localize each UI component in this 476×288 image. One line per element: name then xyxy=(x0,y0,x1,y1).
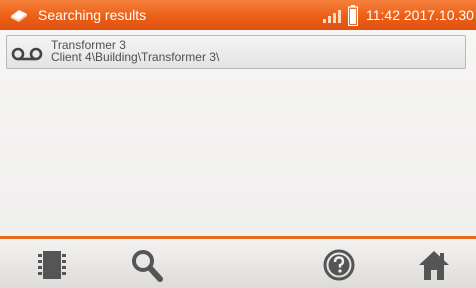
memory-icon xyxy=(38,251,66,279)
battery-icon xyxy=(348,5,358,26)
home-button[interactable] xyxy=(411,244,457,286)
page-title: Searching results xyxy=(38,7,147,23)
help-button[interactable] xyxy=(316,244,362,286)
item-path: Client 4\Building\Transformer 3\ xyxy=(51,50,220,64)
signal-strength-icon xyxy=(323,10,341,23)
measurement-record-icon xyxy=(11,47,43,61)
search-button[interactable] xyxy=(124,244,170,286)
meter-icon xyxy=(11,10,27,22)
clock: 11:42 2017.10.30 xyxy=(366,7,474,23)
help-icon xyxy=(323,249,355,281)
search-icon xyxy=(132,250,163,282)
memory-button[interactable] xyxy=(29,244,75,286)
list-item[interactable]: Transformer 3 Client 4\Building\Transfor… xyxy=(6,35,466,69)
toolbar xyxy=(0,236,476,288)
status-bar: Searching results 11:42 2017.10.30 xyxy=(0,0,476,30)
home-icon xyxy=(419,251,449,280)
